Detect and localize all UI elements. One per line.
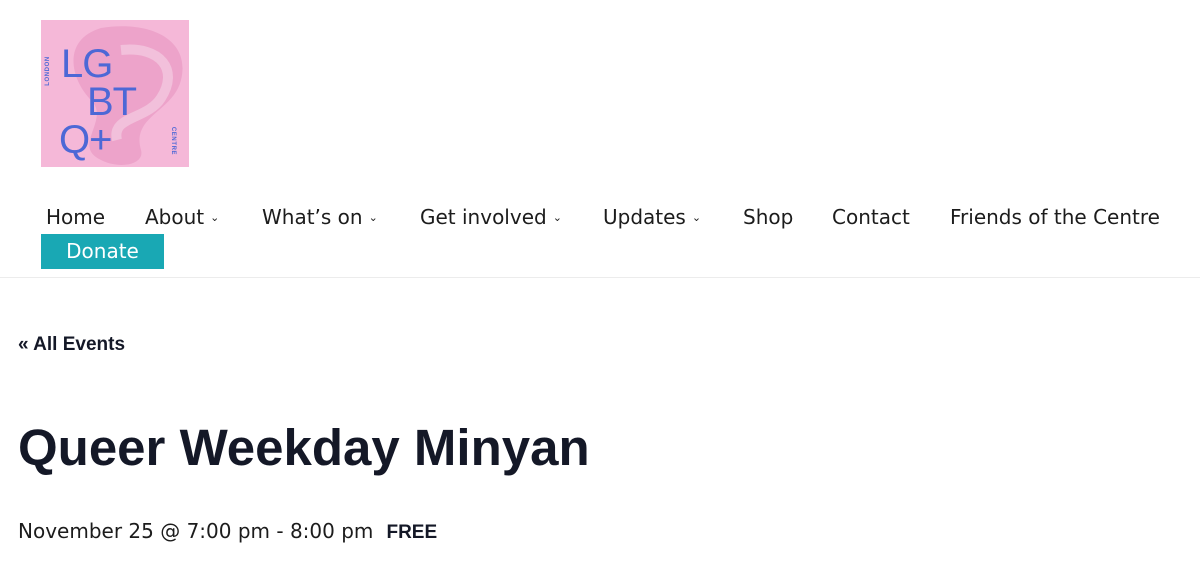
event-meta: November 25 @ 7:00 pm - 8:00 pm FREE	[18, 516, 437, 546]
nav-item-label: About	[145, 205, 205, 229]
event-cost-badge: FREE	[386, 522, 438, 543]
all-events-link[interactable]: « All Events	[18, 334, 125, 356]
nav-item-get-involved[interactable]: Get involved ⌄	[420, 200, 562, 234]
nav-item-whats-on[interactable]: What’s on ⌄	[262, 200, 378, 234]
main-nav: Home About ⌄ What’s on ⌄ Get involved ⌄ Upd…	[30, 200, 1190, 234]
event-title: Queer Weekday Minyan	[18, 419, 590, 476]
chevron-down-icon: ⌄	[691, 211, 702, 224]
nav-item-label: What’s on	[262, 205, 363, 229]
nav-item-label: Shop	[743, 205, 794, 229]
logo-text-london: LONDON	[44, 56, 51, 86]
nav-item-label: Get involved	[420, 205, 547, 229]
site-logo[interactable]: LG BT Q+ LONDON CENTRE	[41, 20, 189, 167]
nav-item-label: Home	[46, 205, 106, 229]
logo-text-lg: LG	[61, 42, 113, 86]
site-header: LG BT Q+ LONDON CENTRE Home About ⌄ What’…	[0, 0, 1200, 278]
logo-text-q-plus: Q+	[59, 118, 112, 162]
chevron-down-icon: ⌄	[552, 211, 562, 224]
logo-text-bt: BT	[87, 80, 137, 124]
donate-button[interactable]: Donate	[41, 234, 164, 269]
nav-item-label: Updates	[603, 205, 686, 229]
nav-item-label: Friends of the Centre	[950, 205, 1160, 229]
nav-item-updates[interactable]: Updates ⌄	[603, 200, 701, 234]
nav-item-home[interactable]: Home	[46, 200, 105, 234]
nav-item-about[interactable]: About ⌄	[145, 200, 219, 234]
chevron-down-icon: ⌄	[210, 211, 220, 224]
chevron-down-icon: ⌄	[368, 211, 378, 224]
event-datetime: November 25 @ 7:00 pm - 8:00 pm	[18, 519, 374, 543]
nav-item-contact[interactable]: Contact	[832, 200, 910, 234]
nav-item-friends-of-the-centre[interactable]: Friends of the Centre	[950, 200, 1160, 234]
nav-item-shop[interactable]: Shop	[743, 200, 793, 234]
nav-item-label: Contact	[832, 205, 910, 229]
logo-text-centre: CENTRE	[170, 126, 177, 156]
